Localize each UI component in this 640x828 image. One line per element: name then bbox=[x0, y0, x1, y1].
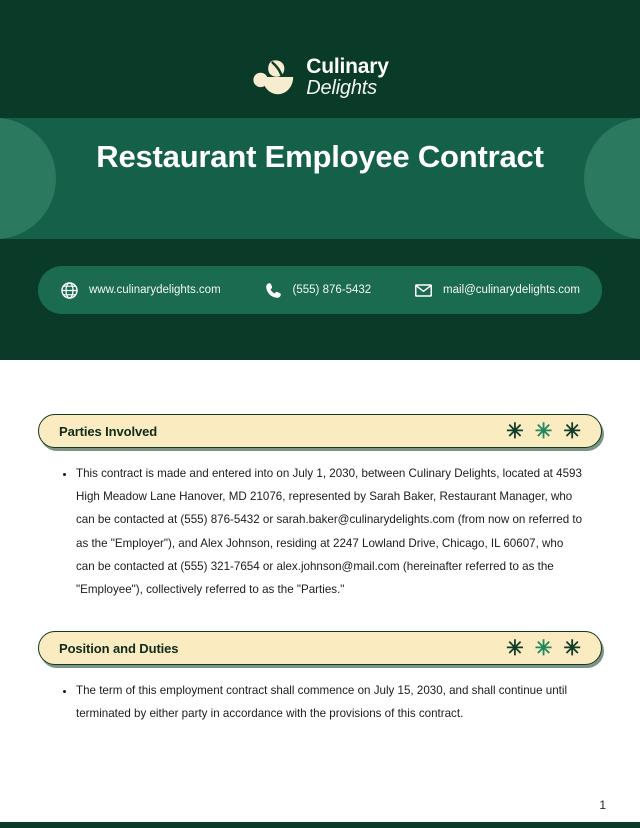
section-body-parties-involved: This contract is made and entered into o… bbox=[0, 448, 640, 601]
brand-name-line1: Culinary bbox=[306, 55, 389, 79]
contact-website[interactable]: www.culinarydelights.com bbox=[60, 281, 221, 300]
asterisk-icon-2: ✳ bbox=[534, 636, 553, 660]
contact-phone[interactable]: (555) 876-5432 bbox=[264, 281, 372, 300]
contact-phone-text: (555) 876-5432 bbox=[292, 284, 372, 296]
asterisk-icon-1: ✳ bbox=[506, 419, 524, 443]
phone-icon bbox=[265, 282, 281, 298]
document-header: Culinary Delights Restaurant Employee Co… bbox=[0, 0, 640, 360]
brand-name-line2: Delights bbox=[306, 76, 377, 99]
document-body: Parties Involved ✳ ✳ ✳ This contract is … bbox=[0, 360, 640, 828]
globe-icon bbox=[61, 281, 78, 299]
asterisk-icon-3: ✳ bbox=[563, 636, 581, 660]
title-banner: Restaurant Employee Contract bbox=[0, 118, 640, 239]
asterisk-icon-1: ✳ bbox=[506, 636, 524, 660]
envelope-icon bbox=[415, 283, 433, 297]
section-decor: ✳ ✳ ✳ bbox=[506, 638, 581, 659]
footer-bar bbox=[0, 822, 640, 828]
asterisk-icon-3: ✳ bbox=[563, 419, 581, 443]
brand-wordmark: Culinary Delights bbox=[306, 55, 389, 99]
page-number: 1 bbox=[599, 798, 606, 812]
mortar-and-pestle-icon bbox=[253, 60, 294, 95]
contact-email[interactable]: mail@culinarydelights.com bbox=[414, 281, 580, 300]
body-top-spacer bbox=[0, 360, 640, 414]
brand-logo: Culinary Delights bbox=[0, 48, 640, 106]
section-title: Parties Involved bbox=[59, 423, 158, 439]
list-item: This contract is made and entered into o… bbox=[76, 462, 584, 601]
section-header-position-and-duties: Position and Duties ✳ ✳ ✳ bbox=[38, 631, 602, 666]
list-item: The term of this employment contract sha… bbox=[76, 679, 584, 725]
contact-email-text: mail@culinarydelights.com bbox=[443, 284, 580, 296]
section-decor: ✳ ✳ ✳ bbox=[506, 421, 581, 442]
section-body-position-and-duties: The term of this employment contract sha… bbox=[0, 665, 640, 725]
asterisk-icon-2: ✳ bbox=[534, 419, 553, 443]
contact-bar: www.culinarydelights.com (555) 876-5432 … bbox=[38, 266, 602, 314]
section-header-parties-involved: Parties Involved ✳ ✳ ✳ bbox=[38, 414, 602, 448]
bullet-list: The term of this employment contract sha… bbox=[56, 679, 584, 725]
bullet-list: This contract is made and entered into o… bbox=[56, 462, 584, 601]
page-title: Restaurant Employee Contract bbox=[96, 139, 544, 174]
section-title: Position and Duties bbox=[59, 640, 179, 656]
contact-website-text: www.culinarydelights.com bbox=[89, 284, 221, 296]
